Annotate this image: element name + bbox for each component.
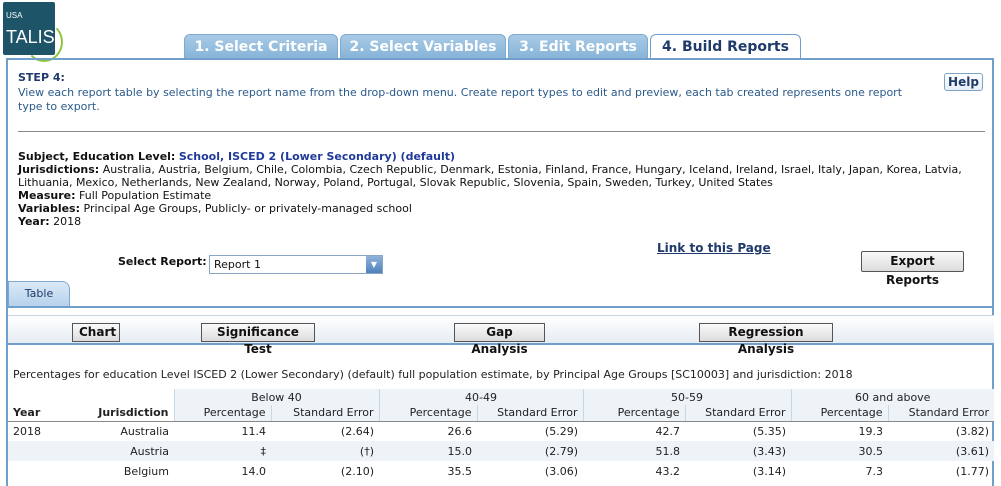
logo-usa-text: USA [6, 11, 23, 20]
value-cell: 30.5 [791, 441, 888, 461]
value-cell: 42.7 [655, 424, 681, 438]
selection-summary: Subject, Education Level: School, ISCED … [18, 150, 978, 228]
chevron-down-icon[interactable]: ▼ [366, 256, 382, 273]
value-cell: (2.79) [477, 441, 583, 461]
value-cell: ‡ [174, 441, 271, 461]
table-row: 2018 Australia 11.4 (2.64) 26.6 (5.29) 4… [8, 421, 994, 441]
tab-edit-reports[interactable]: 3. Edit Reports [508, 34, 648, 58]
value-cell: 35.5 [447, 464, 473, 478]
jurisdiction-cell: Austria [70, 441, 174, 461]
report-select[interactable]: Report 1 ▼ [209, 255, 383, 274]
divider [18, 131, 985, 132]
results-table: Below 40 40-49 50-59 60 and above Year J… [8, 389, 994, 481]
value-cell: (1.77) [955, 464, 989, 478]
subject-label: Subject, Education Level: [18, 150, 176, 163]
help-button[interactable]: Help [944, 73, 983, 91]
step-description: View each report table by selecting the … [18, 86, 903, 113]
year-cell [8, 441, 70, 461]
jurisdiction-column-header: Jurisdiction [70, 405, 174, 422]
tab-select-criteria[interactable]: 1. Select Criteria [184, 34, 338, 58]
group-header: 40-49 [378, 389, 583, 405]
value-cell: (3.61) [888, 441, 994, 461]
percentage-header: Percentage [582, 405, 685, 422]
analysis-toolbar: Chart Significance Test Gap Analysis Reg… [8, 315, 994, 356]
standard-error-header: Standard Error [270, 405, 379, 422]
year-value: 2018 [53, 215, 82, 228]
percentage-header: Percentage [173, 405, 271, 422]
value-cell: (2.64) [340, 424, 374, 438]
subject-value: School, ISCED 2 (Lower Secondary) (defau… [178, 150, 456, 163]
group-header: 50-59 [582, 389, 791, 405]
year-column-header: Year [8, 405, 70, 422]
gap-analysis-button[interactable]: Gap Analysis [454, 323, 545, 356]
jurisdiction-cell: Belgium [123, 464, 169, 478]
year-label: Year: [18, 215, 50, 228]
logo-swoosh-icon [25, 22, 63, 62]
year-cell: 2018 [13, 424, 41, 438]
export-reports-button[interactable]: Export Reports [861, 251, 964, 287]
value-cell: 19.3 [858, 424, 884, 438]
value-cell: 15.0 [379, 441, 477, 461]
value-cell: 7.3 [865, 464, 884, 478]
tab-build-reports[interactable]: 4. Build Reports [650, 34, 801, 59]
link-to-page[interactable]: Link to this Page [657, 241, 771, 255]
standard-error-header: Standard Error [684, 405, 791, 422]
value-cell: (3.82) [955, 424, 989, 438]
value-cell: (3.06) [544, 464, 578, 478]
chart-button[interactable]: Chart [72, 323, 120, 342]
table-caption: Percentages for education Level ISCED 2 … [13, 368, 853, 381]
tab-select-variables[interactable]: 2. Select Variables [340, 34, 506, 58]
variables-value: Principal Age Groups, Publicly- or priva… [83, 202, 412, 215]
value-cell: (3.43) [685, 441, 791, 461]
standard-error-header: Standard Error [476, 405, 583, 422]
table-row: Belgium 14.0 (2.10) 35.5 (3.06) 43.2 (3.… [8, 461, 994, 481]
jurisdictions-label: Jurisdictions: [18, 163, 100, 176]
build-reports-panel: STEP 4: View each report table by select… [6, 58, 994, 486]
tab-divider [8, 306, 994, 308]
jurisdictions-value: Australia, Austria, Belgium, Chile, Colo… [18, 163, 962, 189]
value-cell: (5.35) [752, 424, 786, 438]
measure-value: Full Population Estimate [79, 189, 212, 202]
value-cell: (2.10) [340, 464, 374, 478]
measure-label: Measure: [18, 189, 76, 202]
step-title: STEP 4: [18, 71, 65, 84]
select-report-label: Select Report: [118, 255, 207, 268]
jurisdiction-cell: Australia [120, 424, 169, 438]
value-cell: (3.14) [752, 464, 786, 478]
value-cell: 14.0 [241, 464, 267, 478]
table-row: Austria ‡ (†) 15.0 (2.79) 51.8 (3.43) 30… [8, 441, 994, 461]
talis-logo: USA TALIS [3, 2, 63, 62]
significance-test-button[interactable]: Significance Test [201, 323, 315, 356]
percentage-header: Percentage [790, 405, 888, 422]
variables-label: Variables: [18, 202, 81, 215]
value-cell: 11.4 [241, 424, 267, 438]
value-cell: 51.8 [583, 441, 685, 461]
tab-table[interactable]: Table [8, 281, 70, 306]
report-select-value: Report 1 [214, 258, 261, 271]
value-cell: (†) [271, 441, 379, 461]
regression-analysis-button[interactable]: Regression Analysis [699, 323, 833, 356]
year-cell [8, 461, 70, 481]
value-cell: (5.29) [544, 424, 578, 438]
value-cell: 43.2 [655, 464, 681, 478]
group-header: 60 and above [790, 389, 994, 405]
percentage-header: Percentage [378, 405, 477, 422]
value-cell: 26.6 [447, 424, 473, 438]
standard-error-header: Standard Error [887, 405, 994, 422]
group-header: Below 40 [173, 389, 379, 405]
